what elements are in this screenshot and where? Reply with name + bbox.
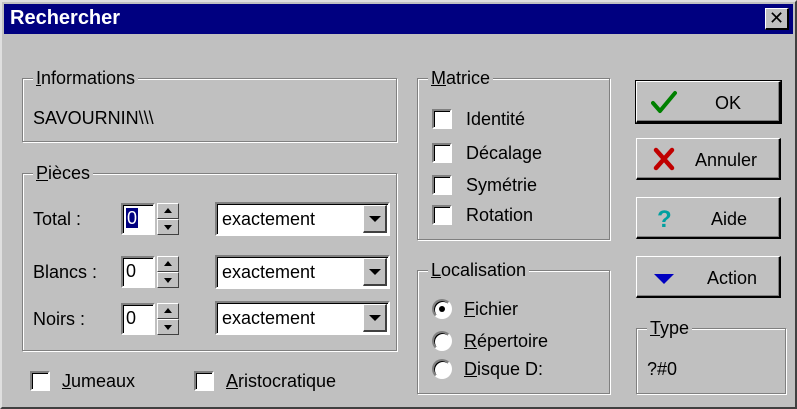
svg-text:?: ? — [657, 206, 672, 230]
triangle-down-icon — [654, 274, 674, 284]
question-icon: ? — [657, 206, 672, 230]
dropdown-arrow-button[interactable] — [363, 304, 387, 332]
localisation-group: Localisation Fichier Répertoire Disque D… — [417, 259, 610, 394]
symetrie-checkbox[interactable] — [432, 175, 452, 195]
window-title: Rechercher — [10, 7, 121, 29]
rotation-label[interactable]: Rotation — [466, 204, 533, 226]
noirs-spin-up[interactable] — [157, 303, 179, 319]
noirs-spinner[interactable] — [157, 303, 179, 335]
total-label: Total : — [33, 209, 82, 229]
rechercher-dialog: Rechercher ✕ Informations SAVOURNIN\\\ P… — [0, 0, 797, 409]
spin-up-icon — [164, 308, 172, 313]
aide-button[interactable]: ? Aide — [636, 197, 781, 239]
spin-up-icon — [164, 208, 172, 213]
action-button[interactable]: Action — [636, 256, 781, 298]
fichier-radio[interactable] — [432, 299, 452, 319]
dropdown-arrow-button[interactable] — [363, 258, 387, 286]
blancs-spin-down[interactable] — [157, 272, 179, 288]
repertoire-radio[interactable] — [432, 331, 452, 351]
informations-value: SAVOURNIN\\\ — [33, 108, 154, 128]
noirs-label: Noirs : — [33, 309, 86, 329]
pieces-group: Pièces Total : 0 exactement Blancs : 0 e… — [22, 162, 397, 351]
symetrie-label[interactable]: Symétrie — [466, 174, 537, 196]
rotation-checkbox[interactable] — [432, 205, 452, 225]
blancs-spin-up[interactable] — [157, 256, 179, 272]
total-mode-select[interactable]: exactement — [215, 202, 390, 236]
fichier-label[interactable]: Fichier — [464, 298, 518, 320]
total-input[interactable]: 0 — [121, 203, 155, 235]
decalage-checkbox[interactable] — [432, 143, 452, 163]
radio-dot — [439, 306, 445, 312]
noirs-input[interactable]: 0 — [121, 303, 155, 335]
dropdown-arrow-button[interactable] — [363, 205, 387, 233]
aristocratique-label[interactable]: Aristocratique — [226, 370, 336, 392]
spin-up-icon — [164, 261, 172, 266]
title-bar[interactable]: Rechercher ✕ — [4, 4, 793, 34]
informations-legend: Informations — [33, 67, 139, 89]
spin-down-icon — [164, 225, 172, 230]
disque-label[interactable]: Disque D: — [464, 358, 543, 380]
aristocratique-checkbox[interactable] — [194, 371, 214, 391]
annuler-button[interactable]: Annuler — [636, 138, 781, 180]
decalage-label[interactable]: Décalage — [466, 142, 542, 164]
type-legend: Type — [647, 317, 693, 339]
checkmark-icon — [651, 91, 677, 113]
informations-group: Informations SAVOURNIN\\\ — [22, 67, 397, 142]
close-icon: ✕ — [768, 8, 785, 28]
close-button[interactable]: ✕ — [765, 8, 789, 30]
ok-button[interactable]: OK — [635, 80, 782, 124]
blancs-input[interactable]: 0 — [121, 256, 155, 288]
type-group: Type ?#0 — [636, 317, 786, 394]
cross-icon — [653, 147, 675, 171]
type-value: ?#0 — [647, 359, 678, 379]
total-spin-down[interactable] — [157, 219, 179, 235]
jumeaux-label[interactable]: Jumeaux — [62, 370, 135, 392]
total-spin-up[interactable] — [157, 203, 179, 219]
identite-checkbox[interactable] — [432, 109, 452, 129]
jumeaux-checkbox[interactable] — [30, 371, 50, 391]
spin-down-icon — [164, 278, 172, 283]
noirs-mode-select[interactable]: exactement — [215, 301, 390, 335]
blancs-label: Blancs : — [33, 262, 98, 282]
chevron-down-icon — [369, 315, 381, 321]
total-spinner[interactable] — [157, 203, 179, 235]
spin-down-icon — [164, 325, 172, 330]
chevron-down-icon — [369, 269, 381, 275]
repertoire-label[interactable]: Répertoire — [464, 330, 548, 352]
disque-radio[interactable] — [432, 359, 452, 379]
pieces-legend: Pièces — [33, 162, 94, 184]
matrice-legend: Matrice — [428, 67, 494, 89]
blancs-spinner[interactable] — [157, 256, 179, 288]
blancs-mode-select[interactable]: exactement — [215, 255, 390, 289]
matrice-group: Matrice Identité Décalage Symétrie Rotat… — [417, 67, 610, 240]
noirs-spin-down[interactable] — [157, 319, 179, 335]
localisation-legend: Localisation — [428, 259, 530, 281]
chevron-down-icon — [369, 216, 381, 222]
identite-label[interactable]: Identité — [466, 108, 525, 130]
